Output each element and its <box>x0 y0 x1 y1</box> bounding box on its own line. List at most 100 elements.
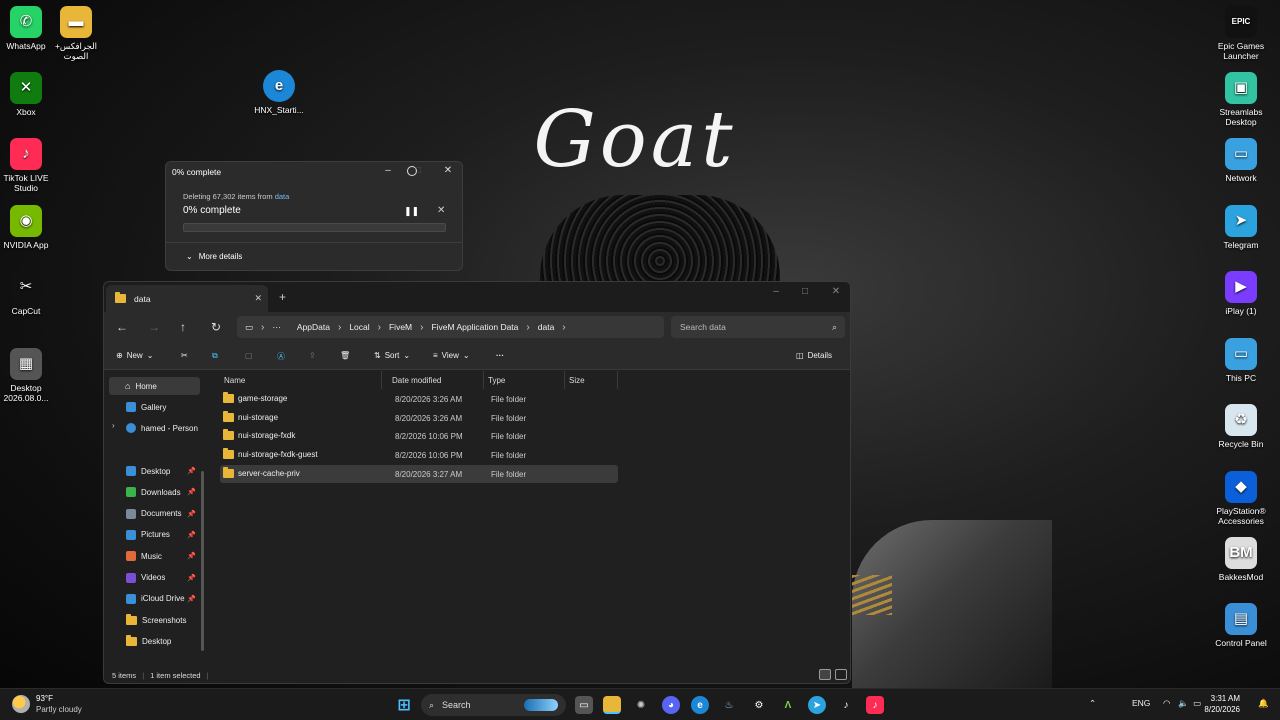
tiles-view-icon[interactable] <box>835 669 847 680</box>
desktop-icon[interactable]: ▦ Desktop 2026.08.0... <box>0 348 58 403</box>
refresh-button[interactable]: ↻ <box>211 320 221 334</box>
column-header-type[interactable]: Type <box>484 371 565 389</box>
column-header-date[interactable]: Date modified <box>388 371 484 389</box>
cancel-icon[interactable]: ✕ <box>437 205 445 216</box>
nav-screenshots[interactable]: Screenshots <box>124 611 200 629</box>
nav-pictures[interactable]: Pictures 📌 <box>124 526 200 544</box>
breadcrumb-overflow[interactable]: ··· <box>272 322 281 332</box>
new-tab-button[interactable]: + <box>279 290 286 304</box>
wallpaper-epaulette <box>852 575 892 615</box>
nav-downloads[interactable]: Downloads 📌 <box>124 483 200 501</box>
chevron-up-icon[interactable]: ⌃ <box>1089 698 1096 709</box>
edge-icon[interactable]: e <box>691 696 709 714</box>
tiktok-live-icon[interactable]: ♪ <box>866 696 884 714</box>
nav-music[interactable]: Music 📌 <box>124 547 200 565</box>
back-button[interactable]: ← <box>116 320 128 334</box>
column-header-size[interactable]: Size <box>565 371 618 389</box>
app-icon: ✂ <box>10 271 42 303</box>
system-clock[interactable]: 3:31 AM 8/20/2026 <box>1204 693 1240 715</box>
expand-chevron-icon[interactable]: › <box>112 421 115 430</box>
desktop-icon[interactable]: ➤ Telegram <box>1209 205 1273 250</box>
table-row[interactable]: nui-storage-fxdk-guest 8/2/2026 10:06 PM F… <box>220 446 618 464</box>
desktop-icon[interactable]: ◆ PlayStation® Accessories <box>1209 471 1273 526</box>
table-row[interactable]: game-storage 8/20/2026 3:26 AM File folder <box>220 390 618 408</box>
nav-videos[interactable]: Videos 📌 <box>124 569 200 587</box>
notifications-bell-icon[interactable]: 🔔 <box>1258 698 1269 709</box>
pause-icon[interactable]: ❚❚ <box>404 206 419 217</box>
nav-gallery[interactable]: Gallery <box>124 398 200 416</box>
weather-widget[interactable]: 93°F Partly cloudy <box>12 693 82 715</box>
desktop-icon[interactable]: ◉ NVIDIA App <box>0 205 58 250</box>
column-header-name[interactable]: Name <box>220 371 382 389</box>
desktop-icon[interactable]: ▬ الجرافكس+ الصوت <box>44 6 108 61</box>
file-explorer-icon[interactable] <box>603 696 621 714</box>
chatgpt-icon[interactable]: ✺ <box>632 696 650 714</box>
see-more-button[interactable]: ··· <box>496 351 504 360</box>
language-indicator[interactable]: ENG <box>1132 698 1150 708</box>
delete-icon[interactable]: 🗑 <box>340 351 350 360</box>
desktop-icon-hnx[interactable]: e HNX_Starti... <box>247 70 311 115</box>
address-bar[interactable]: ▭ › ··· AppData › Local › FiveM › FiveM Applic… <box>237 316 664 338</box>
breadcrumb-item[interactable]: Local <box>349 322 369 332</box>
table-row[interactable]: nui-storage 8/20/2026 3:26 AM File folder <box>220 409 618 427</box>
steam-icon[interactable]: ♨ <box>720 696 738 714</box>
taskbar-search[interactable]: ⌕ Search <box>421 694 566 716</box>
desktop-icon[interactable]: EPIC Epic Games Launcher <box>1209 6 1273 61</box>
desktop-icon[interactable]: ✂ CapCut <box>0 271 58 316</box>
search-input[interactable]: Search data ⌕ <box>671 316 845 338</box>
nav-onedrive[interactable]: hamed - Person <box>124 419 200 437</box>
breadcrumb-item[interactable]: AppData <box>297 322 330 332</box>
nav-desktop[interactable]: Desktop <box>124 632 200 650</box>
nav-documents[interactable]: Documents 📌 <box>124 505 200 523</box>
breadcrumb-item[interactable]: FiveM <box>389 322 412 332</box>
minimize-button[interactable]: – <box>764 286 788 297</box>
nav-home[interactable]: ⌂ Home <box>109 377 200 395</box>
desktop-icon[interactable]: ▤ Control Panel <box>1209 603 1273 648</box>
maximize-button[interactable]: □ <box>793 286 817 297</box>
nvidia-icon[interactable]: Λ <box>779 696 797 714</box>
desktop-icon[interactable]: ▶ iPlay (1) <box>1209 271 1273 316</box>
desktop-icon[interactable]: ♪ TikTok LIVE Studio <box>0 138 58 193</box>
up-button[interactable]: ↑ <box>180 320 186 334</box>
breadcrumb-item[interactable]: data <box>538 322 555 332</box>
desktop-icon[interactable]: ▣ Streamlabs Desktop <box>1209 72 1273 127</box>
copy-icon[interactable]: ⧉ <box>212 351 218 361</box>
start-windows-icon[interactable]: ⊞ <box>395 696 413 714</box>
tab-data[interactable]: data ✕ <box>106 285 268 312</box>
task-view-icon[interactable]: ▭ <box>575 696 593 714</box>
source-folder-link[interactable]: data <box>275 192 290 201</box>
view-button[interactable]: ≡ View ⌄ <box>433 351 470 360</box>
desktop-icon[interactable]: ▭ This PC <box>1209 338 1273 383</box>
minimize-button[interactable]: – <box>378 165 398 179</box>
tiktok-icon[interactable]: ♪ <box>837 696 855 714</box>
sort-button[interactable]: ⇅ Sort ⌄ <box>374 351 410 360</box>
desktop-icon[interactable]: ✕ Xbox <box>0 72 58 117</box>
desktop-icon[interactable]: BM BakkesMod <box>1209 537 1273 582</box>
discord-icon[interactable]: ◕ <box>662 696 680 714</box>
close-tab-icon[interactable]: ✕ <box>254 293 262 304</box>
wifi-icon[interactable]: ◠ <box>1163 698 1170 709</box>
table-row[interactable]: nui-storage-fxdk 8/2/2026 10:06 PM File fo… <box>220 427 618 445</box>
battery-icon[interactable]: ▭ <box>1193 698 1201 709</box>
cut-icon[interactable]: ✂ <box>181 351 188 360</box>
nav-scrollbar[interactable] <box>201 471 204 651</box>
rename-icon[interactable]: Ⓐ <box>277 351 285 362</box>
details-view-icon[interactable] <box>819 669 831 680</box>
more-details-button[interactable]: ⌄ More details <box>186 252 242 261</box>
table-row[interactable]: server-cache-priv 8/20/2026 3:27 AM File f… <box>220 464 618 483</box>
nav-icloud-drive[interactable]: iCloud Drive 📌 <box>124 590 200 608</box>
telegram-icon[interactable]: ➤ <box>808 696 826 714</box>
folder-icon <box>223 448 234 460</box>
details-button[interactable]: ◫ Details <box>796 351 832 360</box>
close-window-button[interactable]: ✕ <box>824 286 848 297</box>
breadcrumb-item[interactable]: FiveM Application Data <box>431 322 518 332</box>
desktop-icon[interactable]: ♻ Recycle Bin <box>1209 404 1273 449</box>
volume-icon[interactable]: 🔈 <box>1178 698 1189 709</box>
close-button[interactable]: ✕ <box>438 165 458 179</box>
new-button[interactable]: ⊕ New ⌄ <box>116 351 153 360</box>
desktop-icon[interactable]: ▭ Network <box>1209 138 1273 183</box>
desktop-icon-label: Streamlabs Desktop <box>1219 107 1263 127</box>
chevron-right-icon[interactable]: › <box>562 322 565 333</box>
nav-desktop[interactable]: Desktop 📌 <box>124 462 200 480</box>
settings-gear-icon[interactable]: ⚙ <box>750 696 768 714</box>
